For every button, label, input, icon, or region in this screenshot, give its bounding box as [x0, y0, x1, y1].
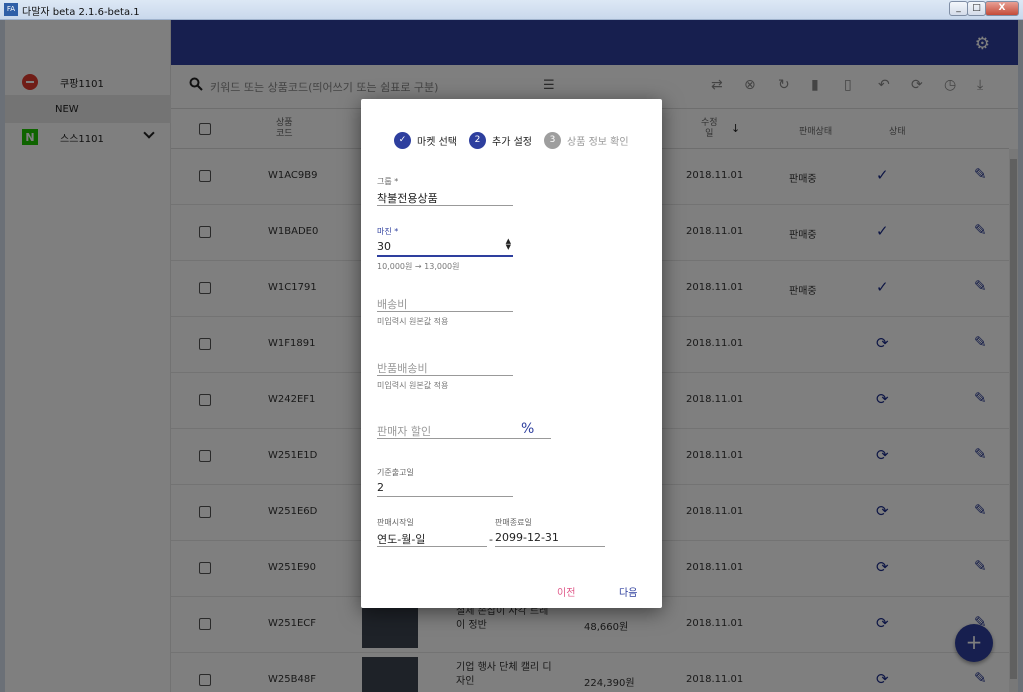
margin-field[interactable]: 마진 * 30 ▲ ▼ 10,000원 → 13,000원: [377, 226, 513, 272]
margin-input[interactable]: 30: [377, 237, 513, 255]
margin-label: 마진 *: [377, 227, 399, 236]
group-value[interactable]: 착불전용상품: [377, 187, 513, 205]
sale-start-date-label: 판매시작일: [377, 518, 414, 527]
step-number: 3: [544, 132, 561, 149]
shipping-fee-helper-text: 미입력시 원본값 적용: [377, 317, 449, 326]
window-title: 다말자 beta 2.1.6-beta.1: [22, 7, 140, 18]
return-shipping-fee-helper-text: 미입력시 원본값 적용: [377, 381, 449, 390]
margin-helper-text: 10,000원 → 13,000원: [377, 262, 460, 271]
field-underline: [377, 255, 513, 257]
app-icon: FA: [4, 3, 18, 16]
release-days-input[interactable]: 2: [377, 478, 513, 496]
release-days-field[interactable]: 기준출고일 2: [377, 467, 513, 497]
sale-start-date-field[interactable]: 판매시작일 연도-월-일: [377, 517, 487, 547]
step-label: 추가 설정: [492, 137, 532, 148]
group-field[interactable]: 그룹 * 착불전용상품: [377, 176, 513, 206]
minimize-button[interactable]: _: [949, 1, 968, 16]
step-market-select: ✓ 마켓 선택: [394, 132, 457, 149]
shipping-fee-field[interactable]: 배송비 미입력시 원본값 적용: [377, 293, 513, 327]
step-label: 상품 정보 확인: [567, 137, 629, 148]
step-label: 마켓 선택: [417, 137, 457, 148]
shipping-fee-input[interactable]: 배송비: [377, 293, 513, 311]
step-done-check-icon: ✓: [394, 132, 411, 149]
group-label: 그룹 *: [377, 177, 399, 186]
step-number: 2: [469, 132, 486, 149]
close-button[interactable]: X: [985, 1, 1019, 16]
sale-end-date-label: 판매종료일: [495, 518, 532, 527]
add-settings-dialog: ✓ 마켓 선택 2 추가 설정 3 상품 정보 확인 그룹 * 착불전용상품 마…: [361, 99, 662, 608]
step-additional-settings: 2 추가 설정: [469, 132, 532, 149]
return-shipping-fee-field[interactable]: 반품배송비 미입력시 원본값 적용: [377, 357, 513, 391]
percent-unit: %: [521, 421, 535, 437]
field-underline: [495, 546, 605, 547]
return-shipping-fee-input[interactable]: 반품배송비: [377, 357, 513, 375]
step-product-confirm: 3 상품 정보 확인: [544, 132, 629, 149]
title-bar: FA 다말자 beta 2.1.6-beta.1 _ □ X: [0, 0, 1023, 20]
next-button[interactable]: 다음: [619, 584, 637, 599]
seller-discount-field[interactable]: 판매자 할인 %: [377, 420, 551, 439]
number-stepper-icon[interactable]: ▲ ▼: [506, 238, 511, 251]
maximize-button[interactable]: □: [967, 1, 986, 16]
field-underline: [377, 496, 513, 497]
sale-start-date-input[interactable]: 연도-월-일: [377, 528, 487, 546]
release-days-label: 기준출고일: [377, 468, 414, 477]
date-range-separator: -: [489, 533, 493, 546]
sale-end-date-field[interactable]: 판매종료일 2099-12-31: [495, 517, 605, 547]
sale-end-date-input[interactable]: 2099-12-31: [495, 528, 605, 546]
previous-button[interactable]: 이전: [557, 584, 575, 599]
